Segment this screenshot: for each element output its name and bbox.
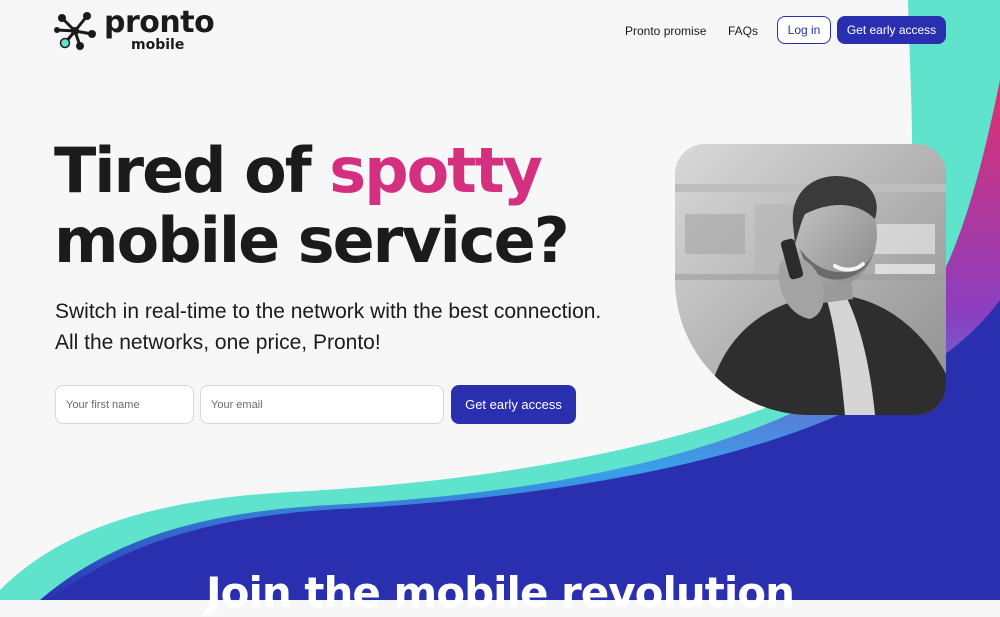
early-access-button[interactable]: Get early access bbox=[451, 385, 576, 424]
hero-title: Tired of spotty mobile service? bbox=[54, 136, 654, 276]
signup-form: Get early access bbox=[55, 385, 595, 425]
site-header: pronto mobile Pronto promise FAQs Log in… bbox=[0, 0, 1000, 62]
hero-title-part1: Tired of bbox=[54, 134, 330, 207]
brand-name: pronto bbox=[104, 5, 215, 40]
hero-subtitle-line1: Switch in real-time to the network with … bbox=[55, 300, 602, 323]
person-on-phone-photo bbox=[675, 144, 946, 415]
header-early-access-button[interactable]: Get early access bbox=[837, 16, 946, 44]
hero-title-accent: spotty bbox=[329, 134, 543, 207]
email-input[interactable] bbox=[200, 385, 444, 424]
first-name-input[interactable] bbox=[55, 385, 194, 424]
brand-sub: mobile bbox=[131, 37, 185, 53]
login-button[interactable]: Log in bbox=[777, 16, 831, 44]
nav-link-faqs[interactable]: FAQs bbox=[728, 24, 758, 38]
nav-link-pronto-promise[interactable]: Pronto promise bbox=[625, 24, 706, 38]
network-nodes-icon bbox=[54, 12, 96, 50]
brand-logo[interactable]: pronto mobile bbox=[54, 5, 224, 54]
hero-title-part2: mobile service? bbox=[54, 204, 570, 277]
hero-subtitle-line2: All the networks, one price, Pronto! bbox=[55, 331, 381, 354]
photo-illustration bbox=[675, 144, 946, 415]
hero-subtitle: Switch in real-time to the network with … bbox=[55, 296, 675, 358]
section-heading: Join the mobile revolution bbox=[205, 568, 795, 617]
